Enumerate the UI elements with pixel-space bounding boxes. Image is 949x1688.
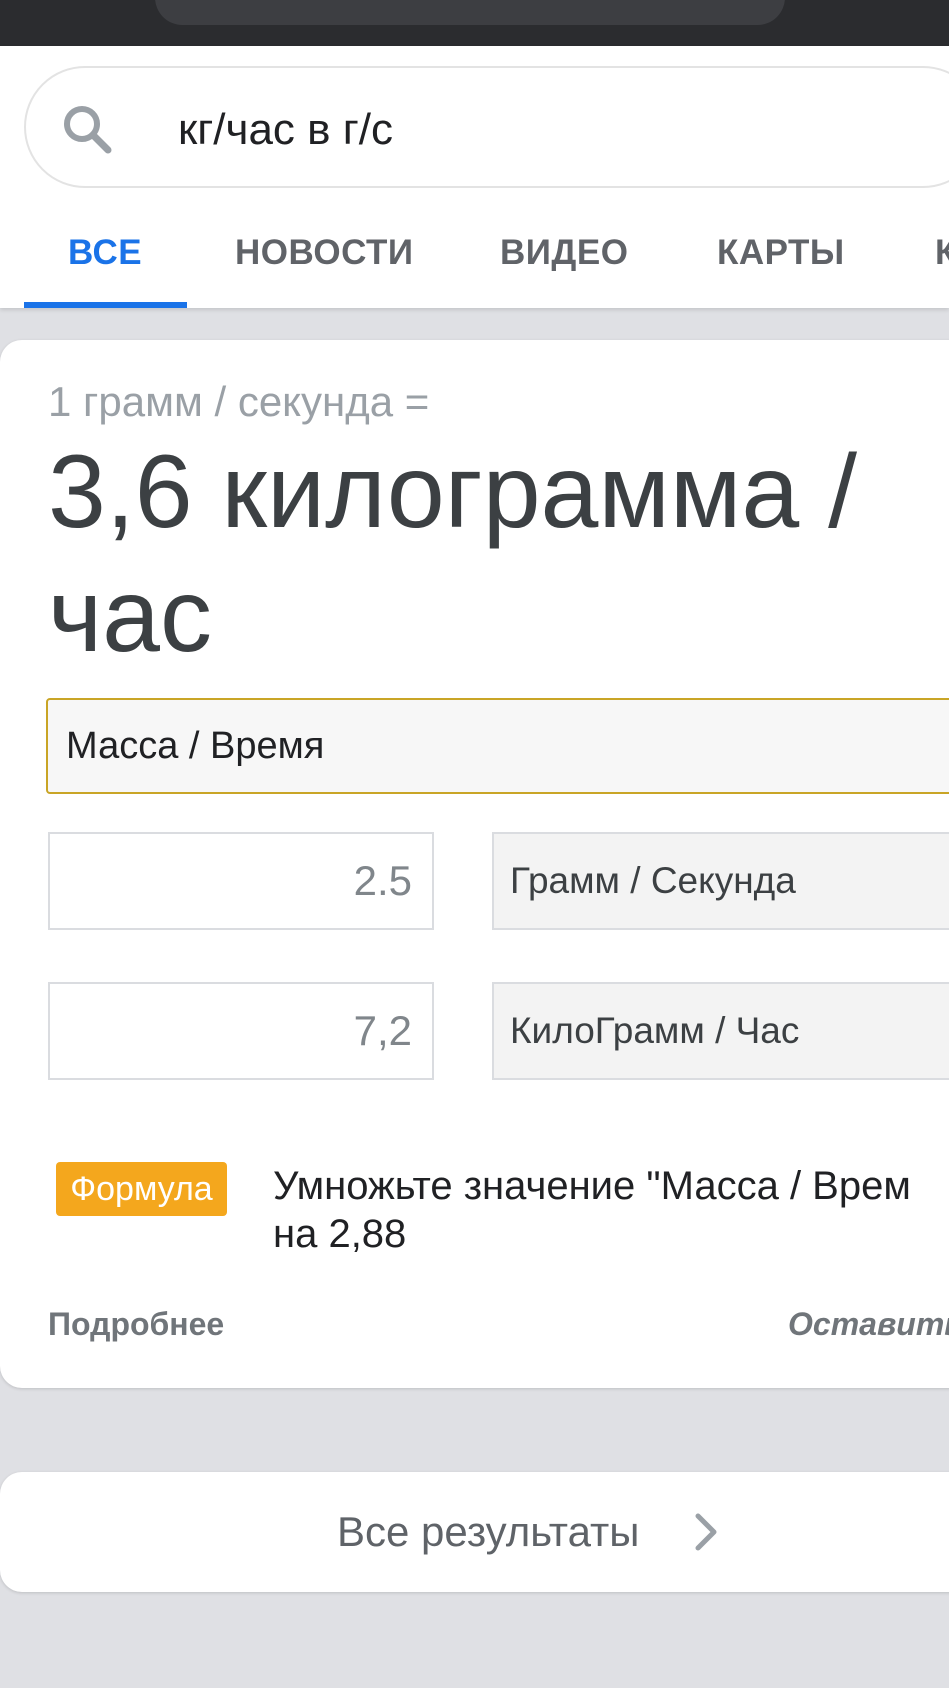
to-value: 7,2 <box>353 1007 412 1054</box>
from-value-input[interactable]: 2.5 <box>48 832 434 930</box>
address-pill[interactable] <box>155 0 785 25</box>
tab-video[interactable]: ВИДЕО <box>500 224 628 306</box>
all-results-button[interactable]: Все результаты <box>0 1472 949 1592</box>
to-value-input[interactable]: 7,2 <box>48 982 434 1080</box>
tab-more[interactable]: К <box>935 224 949 306</box>
category-select-value: Масса / Время <box>66 725 325 767</box>
to-unit-value: КилоГрамм / Час <box>510 1010 800 1051</box>
from-unit-value: Грамм / Секунда <box>510 860 796 901</box>
active-tab-indicator <box>24 302 187 308</box>
unit-converter-card: 1 грамм / секунда = 3,6 килограмма / час… <box>0 340 949 1388</box>
search-icon[interactable] <box>58 100 118 160</box>
to-unit-select[interactable]: КилоГрамм / Час <box>492 982 949 1080</box>
tab-all[interactable]: ВСЕ <box>68 224 142 306</box>
from-unit-select[interactable]: Грамм / Секунда <box>492 832 949 930</box>
more-info-link[interactable]: Подробнее <box>48 1306 224 1343</box>
page: кг/час в г/с ВСЕ НОВОСТИ ВИДЕО КАРТЫ К 1… <box>0 0 949 1688</box>
tab-maps[interactable]: КАРТЫ <box>717 224 845 306</box>
category-select[interactable]: Масса / Время <box>46 698 949 794</box>
formula-line-1: Умножьте значение "Масса / Врем <box>273 1164 911 1208</box>
search-box[interactable]: кг/час в г/с <box>24 66 949 188</box>
system-bar <box>0 0 949 46</box>
formula-text: Умножьте значение "Масса / Врем на 2,88 <box>273 1162 949 1258</box>
formula-badge: Формула <box>56 1162 227 1216</box>
feedback-link[interactable]: Оставить о <box>788 1306 949 1343</box>
result-source-label: 1 грамм / секунда = <box>48 378 430 425</box>
all-results-label: Все результаты <box>337 1508 640 1555</box>
search-input[interactable]: кг/час в г/с <box>178 100 393 160</box>
search-tabs: ВСЕ НОВОСТИ ВИДЕО КАРТЫ К <box>0 224 949 306</box>
chevron-right-icon <box>695 1513 717 1551</box>
from-value: 2.5 <box>353 857 412 904</box>
search-header: кг/час в г/с ВСЕ НОВОСТИ ВИДЕО КАРТЫ К <box>0 46 949 308</box>
tab-news[interactable]: НОВОСТИ <box>235 224 414 306</box>
formula-line-2: на 2,88 <box>273 1212 407 1256</box>
result-value: 3,6 килограмма / час <box>48 434 857 674</box>
